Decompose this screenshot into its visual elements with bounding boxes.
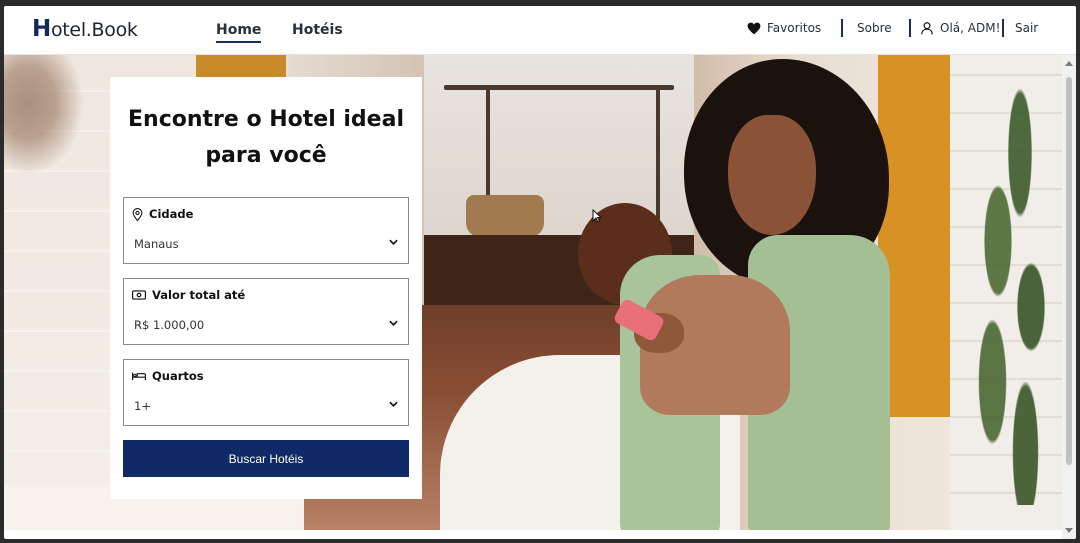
title-line-1: Encontre o Hotel ideal: [128, 107, 404, 132]
logout-label: Sair: [1015, 21, 1039, 35]
orange-accent: [196, 55, 286, 77]
rooms-select[interactable]: Quartos 1+: [123, 359, 409, 426]
city-label: Cidade: [132, 207, 193, 221]
favorites-label: Favoritos: [767, 21, 822, 35]
site-logo[interactable]: Hotel.Book: [32, 16, 138, 42]
about-label: Sobre: [857, 21, 892, 35]
mouse-cursor-icon: [592, 209, 602, 223]
bed-icon: [132, 372, 146, 381]
user-greeting: Olá, ADM!: [940, 21, 1001, 35]
user-icon: [921, 22, 933, 35]
site-header: Hotel.Book Home Hotéis Favoritos Sobre O…: [4, 6, 1076, 55]
price-value: R$ 1.000,00: [134, 318, 205, 332]
city-select[interactable]: Cidade Manaus: [123, 197, 409, 264]
hotel-search-card: Encontre o Hotel ideal para você Cidade …: [110, 77, 422, 499]
nav-home-link[interactable]: Home: [216, 22, 262, 43]
map-pin-icon: [132, 207, 143, 221]
favorites-link[interactable]: Favoritos: [747, 21, 821, 35]
chevron-down-icon: [389, 239, 398, 245]
page-scrollbar[interactable]: [1062, 55, 1076, 539]
scroll-up-arrow[interactable]: [1065, 61, 1073, 66]
logo-initial: H: [32, 16, 51, 42]
price-label-text: Valor total até: [152, 288, 246, 302]
plant-right: [954, 65, 1062, 505]
logo-text: otel.Book: [50, 19, 138, 41]
user-menu[interactable]: Olá, ADM!: [920, 21, 1000, 35]
person-face: [728, 115, 816, 235]
nav-separator: [909, 19, 911, 37]
money-icon: [132, 290, 146, 300]
city-value: Manaus: [134, 237, 179, 251]
scroll-down-arrow[interactable]: [1065, 528, 1073, 533]
rooms-label-text: Quartos: [152, 369, 204, 383]
nav-hoteis-link[interactable]: Hotéis: [292, 22, 343, 38]
rooms-label: Quartos: [132, 369, 204, 383]
title-line-2: para você: [205, 143, 327, 168]
search-card-title: Encontre o Hotel ideal para você: [110, 102, 422, 174]
shelf-bar: [444, 85, 674, 90]
scroll-thumb[interactable]: [1066, 77, 1072, 465]
rooms-value: 1+: [134, 399, 151, 413]
price-label: Valor total até: [132, 288, 245, 302]
logout-link[interactable]: Sair: [1015, 21, 1038, 35]
nav-separator: [1002, 19, 1004, 37]
plant-decoration: [4, 55, 84, 175]
max-price-select[interactable]: Valor total até R$ 1.000,00: [123, 278, 409, 345]
nav-separator: [841, 19, 843, 37]
chevron-down-icon: [389, 401, 398, 407]
heart-icon: [747, 22, 761, 34]
chevron-down-icon: [389, 320, 398, 326]
browser-viewport: Hotel.Book Home Hotéis Favoritos Sobre O…: [4, 6, 1076, 539]
search-hotels-button[interactable]: Buscar Hotéis: [123, 440, 409, 477]
city-label-text: Cidade: [149, 207, 194, 221]
about-link[interactable]: Sobre: [857, 21, 892, 35]
basket: [466, 195, 544, 237]
